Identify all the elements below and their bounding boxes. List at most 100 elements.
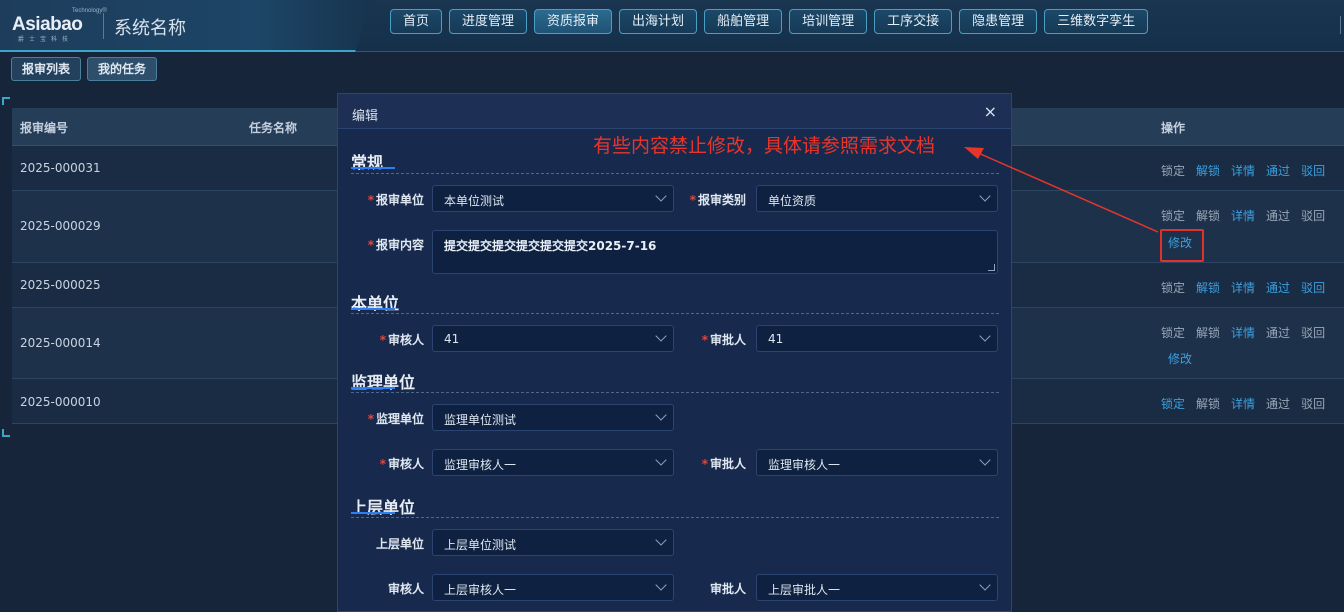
- own-approver-select[interactable]: 41: [756, 325, 998, 352]
- field-label: * 审批人: [701, 333, 746, 347]
- cell-review-id: 2025-000010: [20, 395, 101, 409]
- supervision-approver-select[interactable]: 监理审核人一: [756, 449, 998, 476]
- action-unlock[interactable]: 解锁: [1196, 395, 1220, 412]
- action-detail[interactable]: 详情: [1231, 279, 1255, 296]
- action-edit[interactable]: 修改: [1168, 350, 1192, 367]
- action-reject[interactable]: 驳回: [1301, 324, 1325, 341]
- section-divider: [351, 173, 999, 174]
- frame-corner: [2, 429, 10, 437]
- action-reject[interactable]: 驳回: [1301, 207, 1325, 224]
- main-nav: 首页 进度管理 资质报审 出海计划 船舶管理 培训管理 工序交接 隐患管理 三维…: [390, 9, 1149, 34]
- field-label: * 报审内容: [367, 238, 424, 252]
- action-lock[interactable]: 锁定: [1161, 279, 1185, 296]
- action-approve[interactable]: 通过: [1266, 395, 1290, 412]
- col-header-id: 报审编号: [20, 121, 69, 135]
- tab-my-tasks[interactable]: 我的任务: [87, 57, 158, 81]
- top-header: Technology® Asiabao 爵士宝科技 系统名称 首页 进度管理 资…: [0, 0, 1344, 52]
- nav-training[interactable]: 培训管理: [789, 9, 868, 34]
- unit-select[interactable]: 本单位测试: [432, 185, 674, 212]
- supervision-unit-select[interactable]: 监理单位测试: [432, 404, 674, 431]
- system-name: 系统名称: [114, 18, 186, 39]
- chevron-down-icon: [655, 534, 667, 546]
- own-reviewer-select[interactable]: 41: [432, 325, 674, 352]
- frame-corner: [2, 97, 10, 105]
- nav-handover[interactable]: 工序交接: [874, 9, 953, 34]
- section-accent: [351, 512, 395, 514]
- row-actions: 锁定 解锁 详情 通过 驳回: [1161, 279, 1325, 296]
- field-label: 审核人: [387, 582, 424, 596]
- row-actions: 锁定 解锁 详情 通过 驳回: [1161, 395, 1325, 412]
- annotation-highlight-box: [1160, 229, 1204, 262]
- upper-approver-select[interactable]: 上层审批人一: [756, 574, 998, 601]
- action-unlock[interactable]: 解锁: [1196, 324, 1220, 341]
- resize-handle-icon[interactable]: [988, 264, 995, 271]
- nav-sea-plan[interactable]: 出海计划: [619, 9, 698, 34]
- row-actions: 锁定 解锁 详情 通过 驳回: [1161, 324, 1325, 341]
- logo-wordmark: Asiabao: [12, 14, 83, 35]
- supervision-reviewer-select[interactable]: 监理审核人一: [432, 449, 674, 476]
- action-lock[interactable]: 锁定: [1161, 162, 1185, 179]
- nav-progress[interactable]: 进度管理: [449, 9, 528, 34]
- section-accent: [351, 167, 395, 169]
- field-label: * 审核人: [379, 457, 424, 471]
- section-divider: [351, 392, 999, 393]
- row-actions: 锁定 解锁 详情 通过 驳回: [1161, 207, 1325, 224]
- cell-review-id: 2025-000025: [20, 278, 101, 292]
- tab-review-list[interactable]: 报审列表: [11, 57, 82, 81]
- sub-tabs: 报审列表 我的任务: [11, 57, 158, 81]
- section-title-own-unit: 本单位: [351, 294, 400, 313]
- section-accent: [351, 387, 395, 389]
- action-reject[interactable]: 驳回: [1301, 279, 1325, 296]
- action-detail[interactable]: 详情: [1231, 207, 1255, 224]
- section-divider: [351, 313, 999, 314]
- section-title-upper: 上层单位: [351, 498, 416, 517]
- nav-ships[interactable]: 船舶管理: [704, 9, 783, 34]
- edit-dialog: 编辑 × 常规 * 报审单位 本单位测试 * 报审类别 单位资质 * 报审内容 提交提…: [337, 93, 1012, 612]
- section-divider: [351, 517, 999, 518]
- chevron-down-icon: [979, 190, 991, 202]
- cell-review-id: 2025-000031: [20, 161, 101, 175]
- header-edge-mark: [1340, 16, 1344, 34]
- field-label: * 监理单位: [367, 412, 424, 426]
- field-label: * 审批人: [701, 457, 746, 471]
- cell-review-id: 2025-000029: [20, 219, 101, 233]
- section-accent: [351, 308, 395, 310]
- chevron-down-icon: [979, 454, 991, 466]
- section-title-supervision: 监理单位: [351, 373, 416, 392]
- action-unlock[interactable]: 解锁: [1196, 207, 1220, 224]
- action-approve[interactable]: 通过: [1266, 207, 1290, 224]
- action-lock[interactable]: 锁定: [1161, 395, 1185, 412]
- action-unlock[interactable]: 解锁: [1196, 162, 1220, 179]
- action-approve[interactable]: 通过: [1266, 162, 1290, 179]
- content-textarea[interactable]: 提交提交提交提交提交提交2025-7-16: [432, 230, 998, 274]
- section-title-general: 常规: [351, 153, 384, 172]
- field-label: * 审核人: [379, 333, 424, 347]
- annotation-note: 有些内容禁止修改，具体请参照需求文档: [593, 135, 936, 157]
- type-select[interactable]: 单位资质: [756, 185, 998, 212]
- upper-reviewer-select[interactable]: 上层审核人一: [432, 574, 674, 601]
- nav-qualification[interactable]: 资质报审: [534, 9, 613, 34]
- action-lock[interactable]: 锁定: [1161, 207, 1185, 224]
- dialog-header: 编辑 ×: [338, 94, 1011, 129]
- action-approve[interactable]: 通过: [1266, 324, 1290, 341]
- chevron-down-icon: [979, 330, 991, 342]
- action-approve[interactable]: 通过: [1266, 279, 1290, 296]
- action-lock[interactable]: 锁定: [1161, 324, 1185, 341]
- col-header-ops: 操作: [1161, 121, 1186, 135]
- action-unlock[interactable]: 解锁: [1196, 279, 1220, 296]
- action-reject[interactable]: 驳回: [1301, 395, 1325, 412]
- upper-unit-select[interactable]: 上层单位测试: [432, 529, 674, 556]
- field-label: * 报审单位: [367, 193, 424, 207]
- close-icon[interactable]: ×: [984, 102, 997, 121]
- nav-hazards[interactable]: 隐患管理: [959, 9, 1038, 34]
- dialog-title: 编辑: [352, 109, 379, 124]
- action-detail[interactable]: 详情: [1231, 395, 1255, 412]
- action-reject[interactable]: 驳回: [1301, 162, 1325, 179]
- nav-digital-twin[interactable]: 三维数字孪生: [1044, 9, 1149, 34]
- cell-review-id: 2025-000014: [20, 336, 101, 350]
- nav-home[interactable]: 首页: [390, 9, 443, 34]
- field-label: 审批人: [709, 582, 746, 596]
- action-detail[interactable]: 详情: [1231, 162, 1255, 179]
- action-detail[interactable]: 详情: [1231, 324, 1255, 341]
- company-logo: Technology® Asiabao 爵士宝科技: [12, 8, 107, 43]
